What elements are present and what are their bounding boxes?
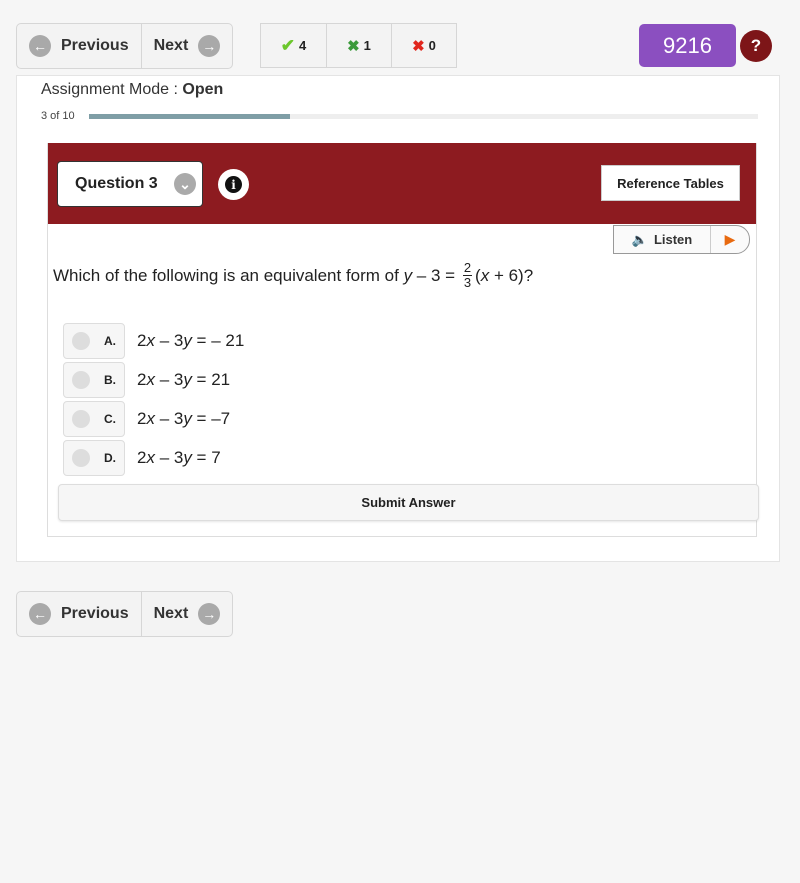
choice-radio-button[interactable]: C.	[63, 401, 125, 437]
chevron-down-icon: ⌄	[174, 173, 196, 195]
previous-button-bottom[interactable]: ← Previous	[17, 592, 141, 636]
top-nav: ← Previous Next →	[16, 23, 234, 69]
score-incorrect[interactable]: ✖ 0	[391, 24, 456, 67]
check-icon: ✔	[280, 35, 295, 55]
points-badge: 9216	[639, 24, 736, 67]
progress-fill	[89, 114, 290, 119]
arrow-right-icon: →	[198, 603, 221, 625]
assignment-card: Assignment Mode : Open 3 of 10 Question …	[16, 75, 780, 562]
listen-button[interactable]: 🔈 Listen	[614, 226, 711, 253]
help-button[interactable]: ?	[740, 30, 772, 62]
partial-x-icon: ✖	[347, 37, 360, 55]
answer-choice[interactable]: A. 2x – 3y = – 21	[63, 323, 244, 359]
arrow-left-icon: ←	[29, 603, 51, 625]
info-icon: i	[225, 176, 242, 193]
next-button[interactable]: Next →	[140, 24, 233, 68]
answer-choice[interactable]: B. 2x – 3y = 21	[63, 362, 230, 398]
x-icon: ✖	[412, 37, 425, 55]
arrow-left-icon: ←	[29, 35, 51, 57]
question-selector[interactable]: Question 3 ⌄	[57, 161, 203, 207]
radio-icon	[72, 449, 90, 467]
question-header: Question 3 ⌄ i Reference Tables	[48, 143, 756, 224]
progress-label: 3 of 10	[41, 110, 75, 122]
previous-button[interactable]: ← Previous	[17, 24, 141, 68]
radio-icon	[72, 410, 90, 428]
question-text: Which of the following is an equivalent …	[53, 260, 534, 290]
progress-bar	[89, 114, 758, 119]
choice-text: 2x – 3y = –7	[137, 409, 231, 428]
score-summary: ✔ 4 ✖ 1 ✖ 0	[260, 23, 457, 68]
question-panel: Question 3 ⌄ i Reference Tables 🔈 Listen ▶…	[47, 143, 759, 537]
choice-text: 2x – 3y = – 21	[137, 331, 245, 350]
choice-radio-button[interactable]: A.	[63, 323, 125, 359]
choice-text: 2x – 3y = 21	[137, 370, 231, 389]
choice-radio-button[interactable]: D.	[63, 440, 125, 476]
play-icon[interactable]: ▶	[711, 226, 749, 253]
answer-choice[interactable]: C. 2x – 3y = –7	[63, 401, 230, 437]
assignment-mode: Assignment Mode : Open	[41, 81, 224, 98]
choice-radio-button[interactable]: B.	[63, 362, 125, 398]
radio-icon	[72, 371, 90, 389]
score-correct[interactable]: ✔ 4	[261, 24, 326, 67]
reference-tables-button[interactable]: Reference Tables	[601, 165, 740, 201]
answer-choice[interactable]: D. 2x – 3y = 7	[63, 440, 221, 476]
listen-control: 🔈 Listen ▶	[613, 225, 750, 254]
radio-icon	[72, 332, 90, 350]
score-partial[interactable]: ✖ 1	[326, 24, 391, 67]
fraction: 23	[462, 260, 473, 290]
submit-answer-button[interactable]: Submit Answer	[58, 484, 759, 521]
next-button-bottom[interactable]: Next →	[140, 592, 233, 636]
arrow-right-icon: →	[198, 35, 221, 57]
info-button[interactable]: i	[218, 169, 249, 200]
speaker-icon: 🔈	[631, 231, 648, 247]
bottom-nav: ← Previous Next →	[16, 591, 234, 637]
choice-text: 2x – 3y = 7	[137, 448, 221, 467]
